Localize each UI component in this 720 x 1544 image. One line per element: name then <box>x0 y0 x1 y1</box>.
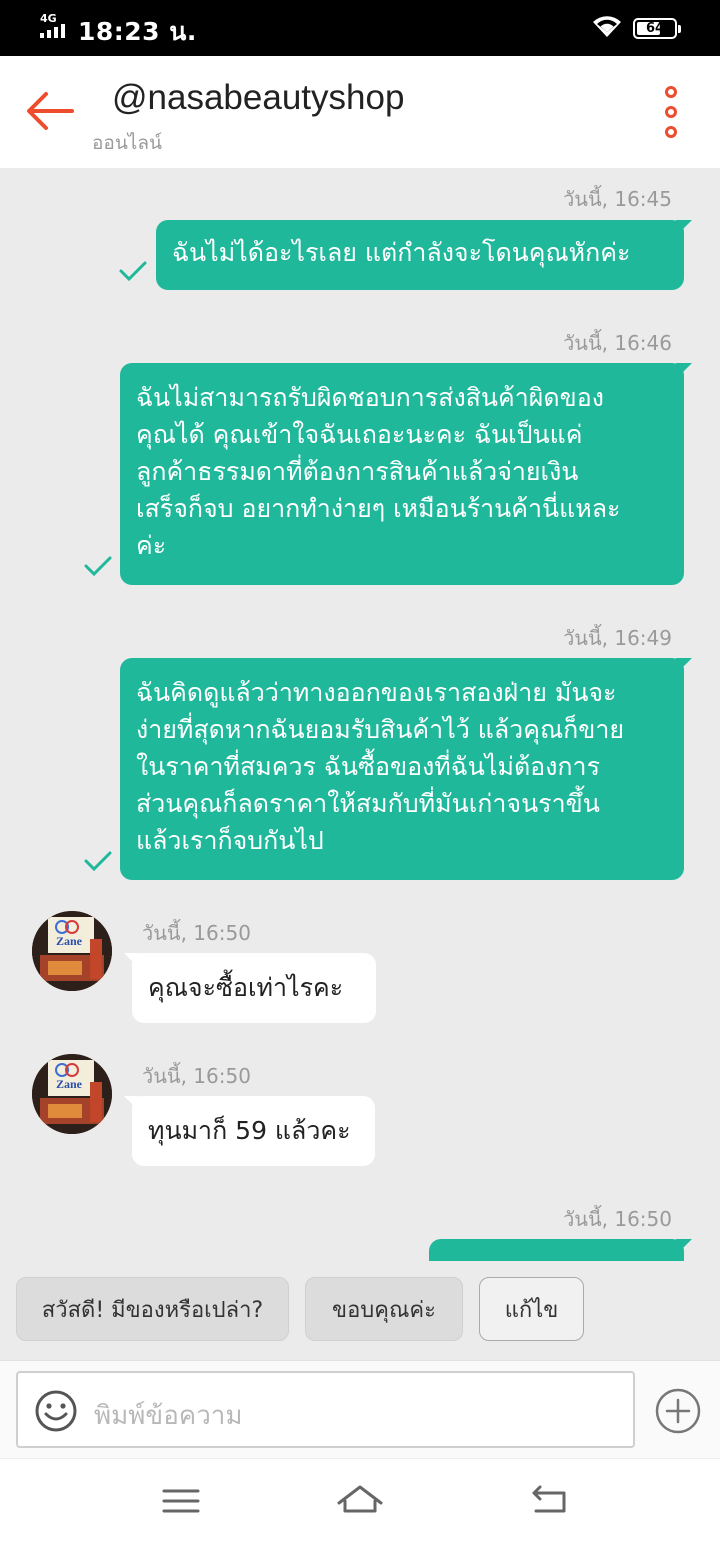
quick-reply-thanks[interactable]: ขอบคุณค่ะ <box>305 1277 463 1341</box>
outgoing-message[interactable]: ฉันไม่สามารถรับผิดชอบการส่งสินค้าผิดของ … <box>120 363 692 585</box>
battery-icon: 64 <box>633 18 681 39</box>
back-icon[interactable] <box>524 1479 574 1523</box>
incoming-message[interactable]: ทุนมาก็ 59 แล้วคะ <box>124 1096 375 1166</box>
avatar-image: Zane <box>32 911 112 991</box>
input-placeholder: พิมพ์ข้อความ <box>94 1401 243 1431</box>
message-line: ฉันคิดดูแล้วว่าทางออกของเราสองฝ่าย มันจะ <box>136 678 617 707</box>
emoji-icon[interactable] <box>34 1389 78 1433</box>
avatar-image: Zane <box>32 1054 112 1134</box>
message-line: ส่วนคุณก็ลดราคาให้สมกับที่มันเก่าจนราขึ้… <box>136 789 600 818</box>
back-button[interactable] <box>22 88 76 134</box>
message-time: วันนี้, 16:46 <box>563 331 672 355</box>
read-check-icon <box>84 556 112 577</box>
message-time: วันนี้, 16:45 <box>563 187 672 211</box>
message-line: ฉันไม่ได้อะไรเลย แต่กำลังจะโดนคุณหักค่ะ <box>172 238 631 267</box>
signal-icon <box>40 24 65 38</box>
avatar-label: Zane <box>56 934 83 948</box>
message-line: คุณได้ คุณเข้าใจฉันเถอะนะคะ ฉันเป็นแค่ <box>136 420 583 449</box>
message-line: ง่ายที่สุดหากฉันยอมรับสินค้าไว้ แล้วคุณก… <box>136 715 625 744</box>
quick-reply-edit[interactable]: แก้ไข <box>479 1277 584 1341</box>
message-line: ในราคาที่สมควร ฉันซื้อของที่ฉันไม่ต้องกา… <box>136 752 601 781</box>
outgoing-message[interactable]: ฉันไม่ได้อะไรเลย แต่กำลังจะโดนคุณหักค่ะ <box>156 220 692 290</box>
status-time: 18:23 น. <box>78 17 197 46</box>
avatar-label: Zane <box>56 1077 83 1091</box>
quick-reply-greeting[interactable]: สวัสดี! มีของหรือเปล่า? <box>16 1277 289 1341</box>
shop-avatar-icon[interactable]: Zane <box>32 911 112 991</box>
message-line: ค่ะ <box>136 531 167 560</box>
status-bar: 4G 18:23 น. 64 <box>0 0 720 56</box>
message-time: วันนี้, 16:50 <box>142 921 251 945</box>
incoming-message[interactable]: คุณจะซื้อเท่าไรคะ <box>124 953 376 1023</box>
read-check-icon <box>84 851 112 872</box>
read-check-icon <box>119 261 147 282</box>
online-status: ออนไลน์ <box>92 132 162 154</box>
wifi-icon <box>593 16 621 37</box>
message-line: คุณจะซื้อเท่าไรคะ <box>148 973 344 1002</box>
battery-level: 64 <box>645 21 665 36</box>
chat-header: @nasabeautyshop ออนไลน์ <box>0 56 720 168</box>
system-nav-bar <box>0 1458 720 1544</box>
add-icon[interactable] <box>654 1387 702 1435</box>
contact-name: @nasabeautyshop <box>112 78 405 117</box>
back-arrow-icon <box>27 92 74 130</box>
message-line: ฉันไม่สามารถรับผิดชอบการส่งสินค้าผิดของ <box>136 383 604 412</box>
home-icon[interactable] <box>335 1479 385 1523</box>
shop-avatar-icon[interactable]: Zane <box>32 1054 112 1134</box>
message-line: เสร็จก็จบ อยากทำง่ายๆ เหมือนร้านค้านี่แห… <box>136 494 621 523</box>
outgoing-message[interactable]: ฉันคิดดูแล้วว่าทางออกของเราสองฝ่าย มันจะ… <box>120 658 692 880</box>
message-line: ทุนมาก็ 59 แล้วคะ <box>148 1116 351 1145</box>
message-list[interactable]: วันนี้, 16:45 ฉันไม่ได้อะไรเลย แต่กำลังจ… <box>0 168 720 1261</box>
message-time: วันนี้, 16:50 <box>563 1207 672 1231</box>
more-vertical-icon <box>665 86 677 98</box>
message-line: ลูกค้าธรรมดาที่ต้องการสินค้าแล้วจ่ายเงิน <box>136 457 579 486</box>
message-time: วันนี้, 16:49 <box>563 626 672 650</box>
outgoing-message[interactable] <box>429 1239 692 1261</box>
more-options-button[interactable] <box>656 86 686 138</box>
message-line: แล้วเราก็จบกันไป <box>136 826 324 855</box>
composer: พิมพ์ข้อความ <box>0 1360 720 1458</box>
message-input[interactable]: พิมพ์ข้อความ <box>16 1371 635 1448</box>
menu-icon[interactable] <box>156 1479 206 1523</box>
message-time: วันนี้, 16:50 <box>142 1064 251 1088</box>
